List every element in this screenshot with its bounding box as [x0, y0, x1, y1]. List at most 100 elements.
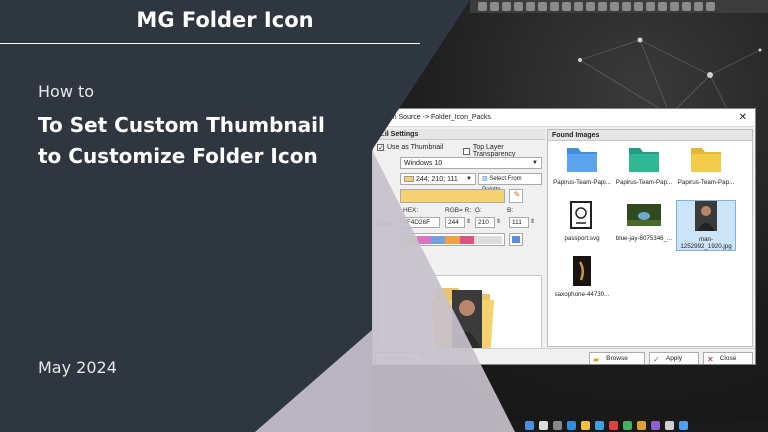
found-image-label: Papirus-Team-Pap... [615, 179, 673, 186]
taskbar [500, 419, 768, 432]
switch-to-button[interactable]: Switch to... [375, 352, 423, 364]
palette-swatch[interactable] [445, 235, 460, 244]
color-swatch-blue [512, 236, 520, 243]
color-value-select[interactable]: 244; 210; 111 ▼ [400, 173, 476, 185]
bird-photo-icon [627, 204, 661, 226]
file-explorer-icon[interactable] [581, 421, 590, 430]
toolbar-icon[interactable] [574, 2, 583, 11]
folder-icon: ▰ [593, 355, 600, 364]
color-value-text: 244; 210; 111 [415, 176, 458, 183]
palette-swatch[interactable] [403, 235, 418, 244]
eyedropper-button[interactable]: ✎ [509, 189, 523, 203]
found-image-item[interactable]: passport.svg [552, 200, 612, 242]
top-layer-transparency-row[interactable]: Top Layer Transparency [463, 144, 545, 158]
folder-blue-icon [567, 148, 597, 172]
thumbnail-settings-pane: ...il Settings Use as Thumbnail Top Laye… [375, 129, 545, 364]
found-image-label: saxophone-44730... [554, 291, 610, 298]
thumbnail-settings-header: ...il Settings [375, 129, 545, 140]
close-icon: ✕ [707, 355, 714, 364]
toolbar-icon[interactable] [514, 2, 523, 11]
b-input[interactable]: 111 [509, 217, 529, 228]
dialog-button-bar: Switch to... ▰ Browse ✓ Apply ✕ Close [373, 348, 755, 364]
app-icon[interactable] [679, 421, 688, 430]
palette-swatch[interactable] [487, 235, 502, 244]
toolbar-icon[interactable] [586, 2, 595, 11]
os-style-value: Windows 10 [404, 160, 443, 167]
palette-swatch[interactable] [417, 235, 432, 244]
toolbar-icon[interactable] [538, 2, 547, 11]
toolbar-icon[interactable] [610, 2, 619, 11]
app-icon[interactable] [651, 421, 660, 430]
store-icon[interactable] [595, 421, 604, 430]
found-images-header: Found Images [548, 130, 752, 141]
r-input[interactable]: 244 [445, 217, 465, 228]
palette-swatch[interactable] [459, 235, 474, 244]
toolbar-icon[interactable] [658, 2, 667, 11]
folder-teal-icon [629, 148, 659, 172]
g-stepper[interactable]: ⇕ [496, 218, 501, 225]
checkmark-icon: ✓ [653, 355, 660, 364]
use-as-thumbnail-row[interactable]: Use as Thumbnail [377, 144, 443, 151]
color-label: Color: [375, 221, 393, 228]
toolbar-icon[interactable] [478, 2, 487, 11]
eyedropper-icon: ✎ [513, 190, 521, 199]
top-layer-transparency-checkbox[interactable] [463, 147, 470, 155]
toolbar-icon[interactable] [550, 2, 559, 11]
use-as-thumbnail-checkbox[interactable] [377, 144, 384, 151]
select-from-palette-button[interactable]: ▧ Select From Palette [478, 173, 542, 193]
browse-button[interactable]: ▰ Browse [589, 352, 645, 364]
color-chip [404, 176, 414, 183]
search-icon[interactable] [539, 421, 548, 430]
hex-label: HEX: [403, 207, 419, 214]
taskview-icon[interactable] [553, 421, 562, 430]
toolbar-icon[interactable] [622, 2, 631, 11]
start-icon[interactable] [525, 421, 534, 430]
found-image-label: Papirus-Team-Pap... [677, 179, 735, 186]
found-image-item[interactable]: Papirus-Team-Papi... [552, 144, 612, 186]
app-icon[interactable] [623, 421, 632, 430]
close-button[interactable]: ✕ Close [703, 352, 753, 364]
close-label: Close [719, 355, 737, 362]
dialog-title: ...om Source -> Folder_Icon_Packs [381, 114, 491, 121]
top-toolbar-strip [470, 0, 768, 13]
palette-strip[interactable] [400, 233, 505, 246]
toolbar-icon[interactable] [502, 2, 511, 11]
os-style-select[interactable]: Windows 10 ▼ [400, 157, 542, 169]
r-stepper[interactable]: ⇕ [466, 218, 471, 225]
rgb-label: RGB= R: [445, 207, 472, 214]
chevron-down-icon: ▼ [466, 176, 472, 182]
toolbar-icon[interactable] [682, 2, 691, 11]
palette-icon: ▧ [482, 176, 488, 182]
app-icon[interactable] [665, 421, 674, 430]
toolbar-icon[interactable] [646, 2, 655, 11]
palette-swatch[interactable] [473, 235, 488, 244]
found-image-item[interactable]: blue-jay-8075346_... [614, 200, 674, 242]
apply-button[interactable]: ✓ Apply [649, 352, 699, 364]
b-label: B: [507, 207, 514, 214]
close-icon[interactable]: ✕ [739, 112, 747, 123]
edge-icon[interactable] [567, 421, 576, 430]
b-stepper[interactable]: ⇕ [530, 218, 535, 225]
folder-yellow-icon [691, 148, 721, 172]
add-color-button[interactable] [509, 233, 523, 246]
hex-input[interactable]: #F4D26F [400, 217, 440, 228]
app-icon[interactable] [609, 421, 618, 430]
app-icon[interactable] [637, 421, 646, 430]
toolbar-icon[interactable] [634, 2, 643, 11]
found-image-item[interactable]: saxophone-44730... [552, 256, 612, 298]
g-input[interactable]: 210 [475, 217, 495, 228]
found-image-item[interactable]: Papirus-Team-Pap... [614, 144, 674, 186]
found-image-label: Papirus-Team-Papi... [553, 179, 611, 186]
toolbar-icon[interactable] [526, 2, 535, 11]
found-image-item-selected[interactable]: man-1252992_1920.jpg [676, 200, 736, 251]
toolbar-icon[interactable] [490, 2, 499, 11]
toolbar-icon[interactable] [694, 2, 703, 11]
found-image-item[interactable]: Papirus-Team-Pap... [676, 144, 736, 186]
toolbar-icon[interactable] [598, 2, 607, 11]
toolbar-icon[interactable] [670, 2, 679, 11]
toolbar-icon[interactable] [706, 2, 715, 11]
palette-swatch[interactable] [431, 235, 446, 244]
found-image-label: man-1252992_1920.jpg [680, 236, 732, 250]
toolbar-icon[interactable] [562, 2, 571, 11]
apply-label: Apply [665, 355, 683, 362]
